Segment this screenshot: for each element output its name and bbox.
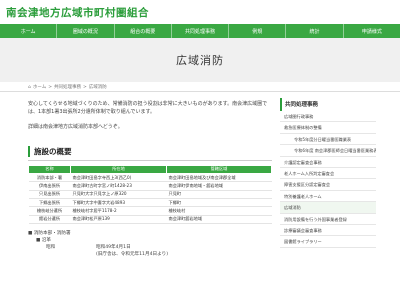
- intro-text: 安心してくらせる地域づくりのため、常備消防の担う役割は非常に大きいものがあります…: [28, 101, 268, 116]
- table-cell: 只見出張所: [28, 190, 71, 200]
- table-cell: 南会津町松戸原139: [70, 215, 167, 225]
- nav-item-forms[interactable]: 申請様式: [344, 24, 400, 38]
- nav-item-overview[interactable]: 圏域の概況: [57, 24, 115, 38]
- table-header-address: 所在地: [70, 164, 167, 174]
- table-header-area: 管轄区域: [166, 164, 272, 174]
- history-label-empty: [46, 251, 96, 258]
- table-row: 只見出張所 只見町大字只見字上ノ原320 只見町: [28, 190, 272, 200]
- table-cell: 消防本部・署: [28, 173, 71, 183]
- page-hero: 広域消防: [0, 38, 400, 82]
- facilities-table: 名称 所在地 管轄区域 消防本部・署 南会津町田島字寺西上3(西乙0) 南会津町…: [28, 164, 272, 225]
- table-cell: 南会津町舘岩地域: [166, 215, 272, 225]
- table-row: 消防本部・署 南会津町田島字寺西上3(西乙0) 南会津町田島地域及び南会津郡全域: [28, 173, 272, 183]
- table-cell: 南会津町古町字宮ノ町1428-23: [70, 181, 167, 191]
- table-cell: 館岩分遣所: [28, 215, 71, 225]
- sidebar-item[interactable]: 介護認定審査会事務: [280, 157, 376, 168]
- main-content: 安心してくらせる地域づくりのため、常備消防の担う役割は非常に大きいものがあります…: [28, 100, 272, 258]
- sidebar-subitem[interactable]: 令和6年度 南会津郡医師会日曜当番医業務表: [280, 145, 376, 157]
- history-value: 昭和49年4月1日: [96, 245, 131, 251]
- sidebar-item[interactable]: 消防用設備を行う外国事業者登録: [280, 214, 376, 225]
- sidebar-item-active[interactable]: 広域消防: [280, 202, 376, 214]
- history-row: (旧庁舎は、令和元年11月4日より): [28, 251, 272, 258]
- table-cell: 檜枝岐村字居平1178-2: [70, 206, 167, 216]
- sidebar: 共同処理事務 広域圏行政事務 救急医療体制の整備 令和5年度分日曜当番医職業表 …: [280, 98, 376, 248]
- history-label: 昭和: [46, 245, 56, 251]
- history-row: 昭和 昭和49年4月1日: [28, 244, 272, 251]
- table-cell: 只見町大字只見字上ノ原320: [70, 190, 167, 200]
- table-row: 檜枝岐分遣所 檜枝岐村字居平1178-2 檜枝岐村: [28, 206, 272, 216]
- table-cell: 南会津町田島地域及び南会津郡全域: [166, 173, 272, 183]
- table-cell: 下郷出張所: [28, 198, 71, 208]
- sidebar-item[interactable]: 障害支援区分認定審査会: [280, 179, 376, 191]
- nav-item-statistics[interactable]: 統計: [286, 24, 344, 38]
- table-cell: 下郷町大字中妻字大岩4893: [70, 198, 167, 208]
- nav-item-regulations[interactable]: 例規: [229, 24, 287, 38]
- nav-item-home[interactable]: ホーム: [0, 24, 58, 38]
- breadcrumb-separator: >: [83, 84, 87, 90]
- page-title: 広域消防: [176, 54, 224, 67]
- table-cell: 檜枝岐分遣所: [28, 206, 71, 216]
- breadcrumb-separator: >: [48, 84, 53, 90]
- sidebar-item[interactable]: 広域圏行政事務: [280, 111, 376, 123]
- sidebar-subitem[interactable]: 令和5年度分日曜当番医職業表: [280, 134, 376, 146]
- breadcrumb: ⌂ ホーム > 共同処理事務 > 広域消防: [28, 84, 107, 91]
- history-note: (旧庁舎は、令和元年11月4日より): [96, 252, 168, 258]
- sidebar-item[interactable]: 図書館ライブラリー: [280, 236, 376, 248]
- breadcrumb-home[interactable]: ホーム: [33, 84, 46, 90]
- history-heading: ■ 消防本部・消防署: [28, 231, 71, 237]
- breadcrumb-current: 広域消防: [88, 85, 107, 90]
- sidebar-item[interactable]: 特別養護老人ホーム: [280, 191, 376, 203]
- table-cell: 下郷町: [166, 198, 272, 208]
- home-icon[interactable]: ⌂: [28, 85, 31, 90]
- site-title[interactable]: 南会津地方広域市町村圏組合: [6, 5, 149, 20]
- sidebar-item[interactable]: 老人ホーム入所判定審査会: [280, 168, 376, 180]
- sidebar-heading: 共同処理事務: [280, 98, 376, 111]
- sidebar-item[interactable]: 救急医療体制の整備: [280, 122, 376, 134]
- table-cell: 伊南出張所: [28, 181, 71, 191]
- table-cell: 只見町: [166, 190, 272, 200]
- detail-text: 詳細は南会津地方広域消防本部へどうぞ。: [28, 123, 123, 130]
- table-header-name: 名称: [28, 164, 71, 174]
- history-section: ■ 消防本部・消防署 ■ 沿革 昭和 昭和49年4月1日 (旧庁舎は、令和元年1…: [28, 230, 272, 258]
- table-row: 下郷出張所 下郷町大字中妻字大岩4893 下郷町: [28, 198, 272, 208]
- table-cell: 南会津町田島字寺西上3(西乙0): [70, 173, 167, 183]
- nav-item-joint-affairs[interactable]: 共同処理事務: [172, 24, 230, 38]
- section-divider: [28, 159, 272, 161]
- table-row: 館岩分遣所 南会津町松戸原139 南会津町舘岩地域: [28, 215, 272, 225]
- breadcrumb-level1[interactable]: 共同処理事務: [54, 84, 81, 90]
- sidebar-item[interactable]: 診療審議会審査事務: [280, 225, 376, 237]
- nav-item-association[interactable]: 組合の概要: [115, 24, 172, 38]
- main-nav: ホーム 圏域の概況 組合の概要 共同処理事務 例規 統計 申請様式: [0, 24, 400, 38]
- history-subheading: ■ 沿革: [36, 238, 51, 244]
- table-cell: 檜枝岐村: [166, 206, 272, 216]
- section-title: 施設の概要: [28, 145, 272, 157]
- table-cell: 南会津町伊南地域・舘岩地域: [166, 181, 272, 191]
- table-row: 伊南出張所 南会津町古町字宮ノ町1428-23 南会津町伊南地域・舘岩地域: [28, 181, 272, 191]
